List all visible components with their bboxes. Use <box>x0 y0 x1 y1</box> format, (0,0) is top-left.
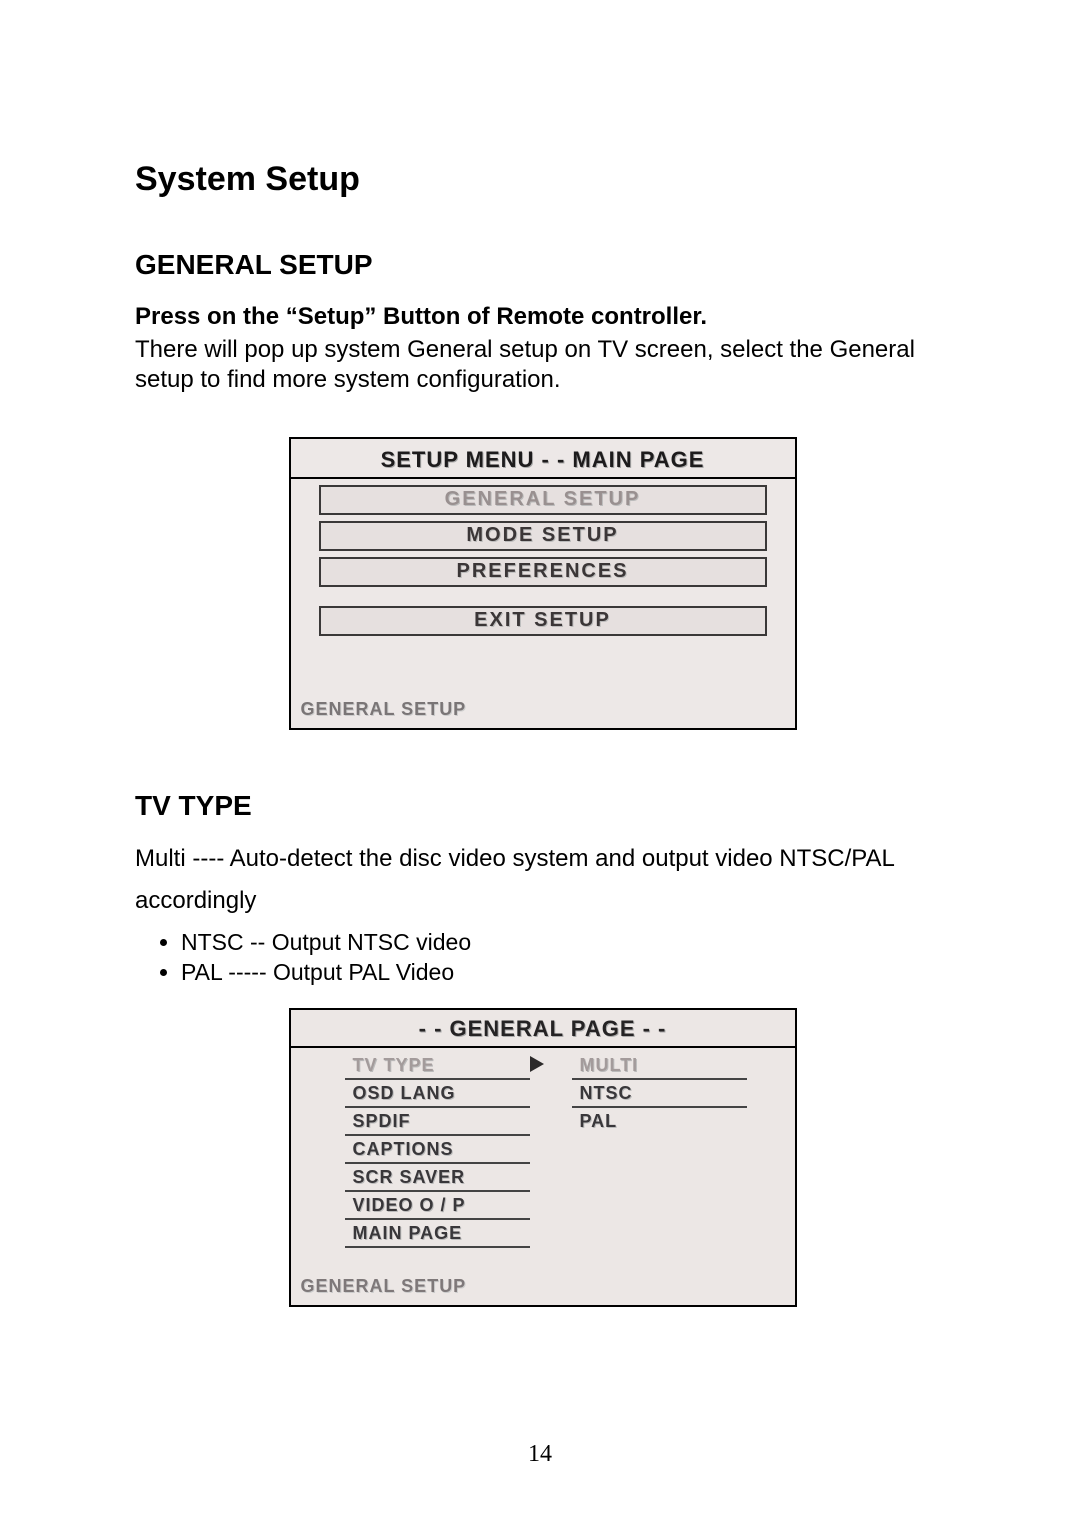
menu-item[interactable]: MODE SETUP <box>319 521 767 551</box>
osd-breadcrumb: GENERAL SETUP <box>291 1256 795 1305</box>
osd-title: SETUP MENU - - MAIN PAGE <box>291 439 795 477</box>
manual-page: System Setup GENERAL SETUP Press on the … <box>0 0 1080 1528</box>
list-item: PAL ----- Output PAL Video <box>181 958 950 988</box>
section-heading-tv-type: TV TYPE <box>135 790 950 822</box>
tv-type-multi-desc: Multi ---- Auto-detect the disc video sy… <box>135 844 950 874</box>
tv-type-bullet-list: NTSC -- Output NTSC videoPAL ----- Outpu… <box>135 928 950 988</box>
instruction-body: There will pop up system General setup o… <box>135 335 950 395</box>
list-item: NTSC -- Output NTSC video <box>181 928 950 958</box>
tv-type-accordingly: accordingly <box>135 886 950 916</box>
osd-breadcrumb: GENERAL SETUP <box>291 639 795 728</box>
menu-item[interactable]: TV TYPE <box>345 1054 530 1080</box>
triangle-right-icon <box>530 1056 544 1072</box>
instruction-bold: Press on the “Setup” Button of Remote co… <box>135 303 950 331</box>
page-number: 14 <box>0 1441 1080 1468</box>
menu-option[interactable]: PAL <box>572 1110 747 1134</box>
menu-item[interactable]: OSD LANG <box>345 1082 530 1108</box>
osd-screenshot-general-page: - - GENERAL PAGE - - TV TYPEOSD LANGSPDI… <box>289 1008 797 1307</box>
section-heading-general-setup: GENERAL SETUP <box>135 249 950 281</box>
menu-item[interactable]: SPDIF <box>345 1110 530 1136</box>
menu-option[interactable]: MULTI <box>572 1054 747 1080</box>
menu-item[interactable]: GENERAL SETUP <box>319 485 767 515</box>
menu-item[interactable]: CAPTIONS <box>345 1138 530 1164</box>
menu-option[interactable]: NTSC <box>572 1082 747 1108</box>
menu-item[interactable]: SCR SAVER <box>345 1166 530 1192</box>
osd-title: - - GENERAL PAGE - - <box>291 1010 795 1046</box>
menu-item[interactable]: VIDEO O / P <box>345 1194 530 1220</box>
osd-screenshot-main-page: SETUP MENU - - MAIN PAGE GENERAL SETUP MO… <box>289 437 797 730</box>
page-title: System Setup <box>135 160 950 199</box>
menu-item[interactable]: PREFERENCES <box>319 557 767 587</box>
menu-item[interactable]: MAIN PAGE <box>345 1222 530 1248</box>
menu-item-exit-setup[interactable]: EXIT SETUP <box>319 606 767 636</box>
